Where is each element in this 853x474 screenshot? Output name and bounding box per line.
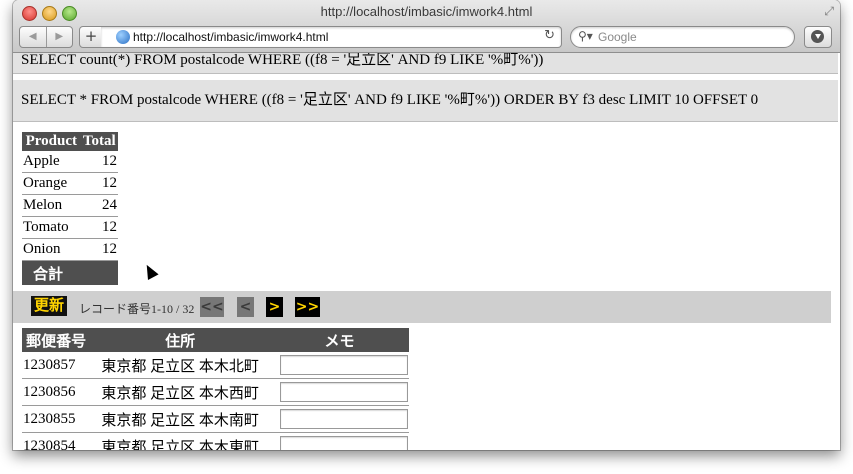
sum-row: 合計 bbox=[22, 260, 118, 285]
total-header: Total bbox=[80, 132, 118, 151]
memo-input[interactable] bbox=[280, 409, 408, 429]
table-row: 1230855 東京都 足立区 本木南町 bbox=[22, 405, 409, 433]
reload-icon[interactable]: ↻ bbox=[544, 28, 555, 43]
next-page-button[interactable]: > bbox=[266, 297, 283, 317]
table-row: 1230854 東京都 足立区 本木東町 bbox=[22, 432, 409, 450]
table-row: Apple 12 bbox=[22, 151, 118, 173]
search-icon: ⚲▾ bbox=[578, 29, 593, 43]
product-table: Product Total Apple 12 Orange 12 Melon 2… bbox=[22, 132, 118, 285]
browser-toolbar: http://localhost/imbasic/imwork4.html ⤢ … bbox=[13, 0, 840, 53]
zip-code: 1230854 bbox=[22, 432, 91, 450]
back-forward-buttons: ◀ ▶ bbox=[19, 26, 73, 48]
refresh-button[interactable]: 更新 bbox=[31, 296, 68, 316]
product-header: Product bbox=[22, 132, 81, 151]
page-content: SELECT count(*) FROM postalcode WHERE ((… bbox=[13, 53, 840, 450]
select-query-text: SELECT * FROM postalcode WHERE ((f8 = '足… bbox=[13, 80, 838, 122]
table-row: Orange 12 bbox=[22, 172, 118, 195]
address: 東京都 足立区 本木北町 bbox=[90, 352, 270, 379]
fullscreen-icon[interactable]: ⤢ bbox=[824, 4, 834, 19]
record-range-label: レコード番号1-10 / 32 bbox=[79, 302, 195, 316]
product-name: Apple bbox=[22, 151, 81, 173]
address-bar[interactable]: http://localhost/imbasic/imwork4.html ↻ bbox=[101, 26, 562, 48]
forward-button[interactable]: ▶ bbox=[45, 27, 73, 47]
memo-input[interactable] bbox=[280, 355, 408, 375]
search-field[interactable]: ⚲▾ Google bbox=[570, 26, 795, 48]
globe-icon bbox=[116, 30, 130, 44]
product-total: 24 bbox=[80, 194, 118, 217]
count-query-text: SELECT count(*) FROM postalcode WHERE ((… bbox=[13, 53, 838, 74]
sum-label: 合計 bbox=[22, 260, 118, 285]
address: 東京都 足立区 本木西町 bbox=[90, 378, 270, 406]
memo-input[interactable] bbox=[280, 436, 408, 450]
product-total: 12 bbox=[80, 238, 118, 261]
back-button[interactable]: ◀ bbox=[20, 27, 46, 47]
last-page-button[interactable]: >> bbox=[295, 297, 320, 317]
product-name: Orange bbox=[22, 172, 81, 195]
product-total: 12 bbox=[80, 216, 118, 239]
table-row: 1230857 東京都 足立区 本木北町 bbox=[22, 352, 409, 379]
download-icon bbox=[811, 30, 824, 43]
mouse-pointer-icon bbox=[141, 262, 159, 280]
zip-code: 1230856 bbox=[22, 378, 91, 406]
memo-header: メモ bbox=[270, 328, 409, 352]
address: 東京都 足立区 本木東町 bbox=[90, 432, 270, 450]
zip-code: 1230855 bbox=[22, 405, 91, 433]
browser-window: http://localhost/imbasic/imwork4.html ⤢ … bbox=[13, 0, 840, 450]
product-name: Onion bbox=[22, 238, 81, 261]
pagination-bar: 更新 レコード番号1-10 / 32 << < > >> bbox=[13, 291, 831, 323]
product-name: Melon bbox=[22, 194, 81, 217]
table-row: Tomato 12 bbox=[22, 216, 118, 239]
address-header: 住所 bbox=[90, 328, 270, 352]
zip-header: 郵便番号 bbox=[22, 328, 91, 352]
product-total: 12 bbox=[80, 151, 118, 173]
table-row: 1230856 東京都 足立区 本木西町 bbox=[22, 378, 409, 406]
zip-code: 1230857 bbox=[22, 352, 91, 379]
window-title: http://localhost/imbasic/imwork4.html bbox=[320, 4, 533, 19]
address: 東京都 足立区 本木南町 bbox=[90, 405, 270, 433]
first-page-button[interactable]: << bbox=[200, 297, 224, 317]
search-placeholder: Google bbox=[598, 30, 637, 44]
product-total: 12 bbox=[80, 172, 118, 195]
downloads-button[interactable] bbox=[804, 26, 832, 48]
address-table: 郵便番号 住所 メモ 1230857 東京都 足立区 本木北町 1230856 … bbox=[22, 328, 409, 450]
product-name: Tomato bbox=[22, 216, 81, 239]
prev-page-button[interactable]: < bbox=[237, 297, 254, 317]
add-bookmark-button[interactable]: + bbox=[79, 26, 103, 48]
table-row: Onion 12 bbox=[22, 238, 118, 261]
table-row: Melon 24 bbox=[22, 194, 118, 217]
memo-input[interactable] bbox=[280, 382, 408, 402]
url-text[interactable]: http://localhost/imbasic/imwork4.html bbox=[133, 30, 328, 44]
